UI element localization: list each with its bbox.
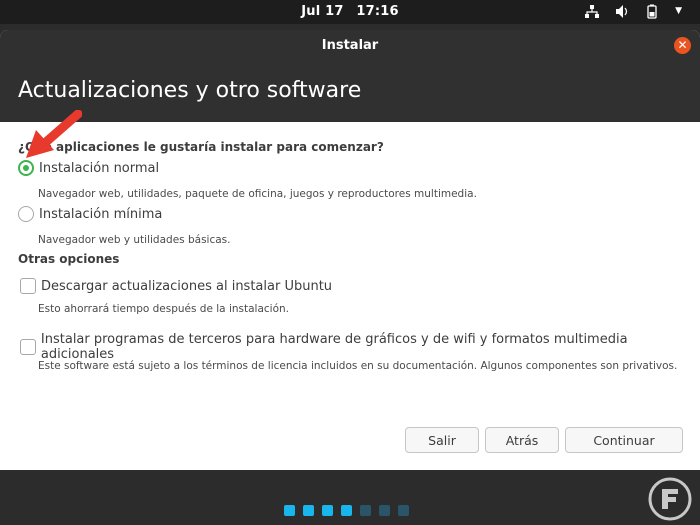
radio-button[interactable] — [18, 206, 34, 222]
window-titlebar: Instalar ✕ Actualizaciones y otro softwa… — [0, 30, 700, 122]
annotation-arrow-icon — [26, 110, 82, 158]
volume-icon[interactable] — [615, 4, 629, 19]
other-options-title: Otras opciones — [18, 252, 120, 266]
progress-step-dot — [303, 505, 314, 516]
progress-indicator — [284, 505, 409, 516]
progress-step-dot — [341, 505, 352, 516]
button-bar: Salir Atrás Continuar — [405, 427, 683, 453]
installer-window: Instalar ✕ Actualizaciones y otro softwa… — [0, 30, 700, 470]
watermark-logo-icon — [648, 477, 692, 521]
battery-icon[interactable] — [645, 4, 659, 19]
checkbox[interactable] — [20, 339, 36, 355]
progress-step-dot — [360, 505, 371, 516]
progress-step-dot — [398, 505, 409, 516]
top-panel: Jul 17 17:16 ▼ — [0, 0, 700, 24]
radio-minimal-label[interactable]: Instalación mínima — [39, 207, 162, 222]
continue-button[interactable]: Continuar — [565, 427, 683, 453]
checkbox-download-updates[interactable]: Descargar actualizaciones al instalar Ub… — [18, 278, 332, 294]
window-title: Instalar — [321, 38, 379, 53]
progress-step-dot — [322, 505, 333, 516]
close-icon[interactable]: ✕ — [674, 37, 691, 54]
time: 17:16 — [356, 4, 399, 19]
chevron-down-icon[interactable]: ▼ — [675, 4, 682, 19]
minimal-installation-description: Navegador web y utilidades básicas. — [38, 234, 231, 246]
third-party-label[interactable]: Instalar programas de terceros para hard… — [41, 332, 700, 362]
download-updates-label[interactable]: Descargar actualizaciones al instalar Ub… — [41, 279, 332, 294]
progress-step-dot — [379, 505, 390, 516]
quit-button[interactable]: Salir — [405, 427, 479, 453]
page-title: Actualizaciones y otro software — [18, 78, 362, 103]
network-icon[interactable] — [585, 4, 600, 19]
back-button[interactable]: Atrás — [485, 427, 559, 453]
content-area: ¿Qué aplicaciones le gustaría instalar p… — [0, 122, 700, 470]
progress-step-dot — [284, 505, 295, 516]
system-tray[interactable]: ▼ — [585, 4, 682, 19]
download-updates-description: Esto ahorrará tiempo después de la insta… — [38, 303, 290, 315]
third-party-description: Este software está sujeto a los términos… — [38, 360, 678, 372]
checkbox[interactable] — [20, 278, 36, 294]
normal-installation-description: Navegador web, utilidades, paquete de of… — [38, 188, 477, 200]
date: Jul 17 — [301, 4, 344, 19]
checkbox-third-party-software[interactable]: Instalar programas de terceros para hard… — [18, 332, 700, 362]
radio-minimal-installation[interactable]: Instalación mínima — [18, 206, 162, 222]
